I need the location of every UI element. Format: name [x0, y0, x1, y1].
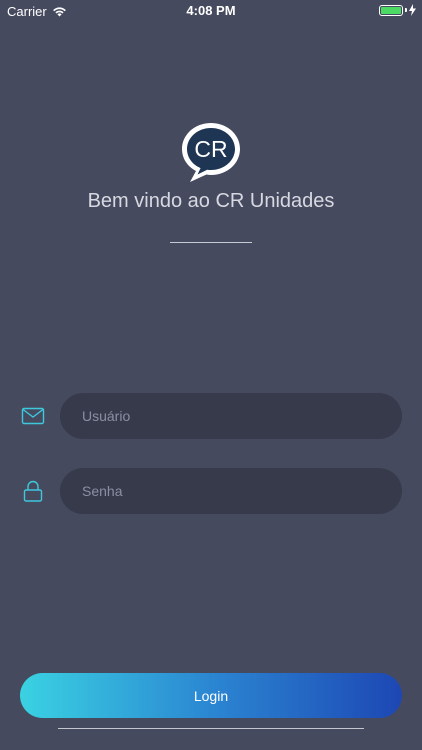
battery-fill: [381, 6, 401, 14]
battery-icon: [379, 4, 403, 16]
username-field[interactable]: [60, 393, 402, 439]
password-row: [0, 468, 422, 514]
status-bar: Carrier 4:08 PM: [0, 0, 422, 22]
battery-indicator: [379, 4, 416, 16]
username-input[interactable]: [80, 407, 382, 425]
envelope-icon: [21, 407, 45, 425]
login-button[interactable]: Login: [20, 673, 402, 718]
title-divider: [170, 242, 252, 243]
battery-cap: [405, 8, 407, 12]
logo-chat-bubble-icon: CR: [182, 123, 240, 182]
welcome-title: Bem vindo ao CR Unidades: [87, 190, 335, 212]
home-indicator[interactable]: [58, 728, 364, 729]
charging-bolt-icon: [409, 4, 416, 16]
lock-icon: [23, 480, 43, 502]
password-field[interactable]: [60, 468, 402, 514]
status-time: 4:08 PM: [186, 3, 236, 18]
logo-text: CR: [194, 136, 227, 162]
username-row: [0, 393, 422, 439]
password-input[interactable]: [80, 482, 382, 500]
